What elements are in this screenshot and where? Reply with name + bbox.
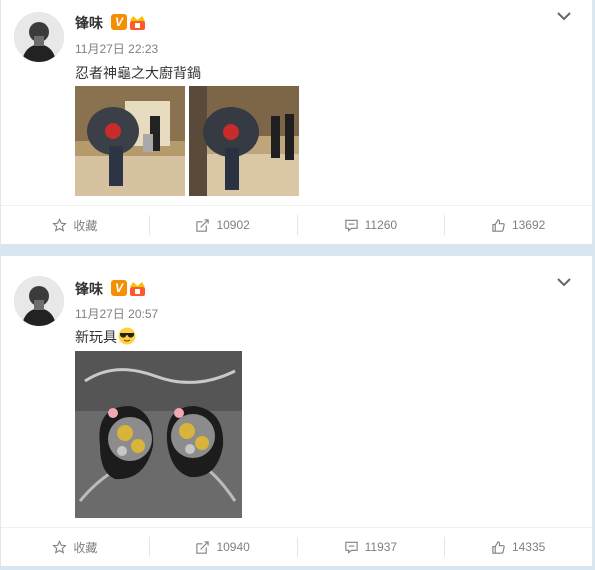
verified-badge: V [111,14,127,30]
thumbs-up-icon [492,540,505,554]
member-crown-icon[interactable] [129,13,146,31]
author-name[interactable]: 锋味 [75,279,103,299]
post-time[interactable]: 11月27日 22:23 [75,40,158,57]
post-text: 忍者神龜之大廚背鍋 [75,65,201,81]
member-crown-icon[interactable] [129,279,146,297]
post-photo[interactable] [75,86,185,196]
verified-badge: V [111,280,127,296]
avatar[interactable] [14,12,64,62]
star-icon [52,217,68,232]
favorite-label: 收藏 [73,540,98,555]
star-icon [52,539,68,554]
favorite-label: 收藏 [73,218,98,233]
comment-count: 11260 [364,218,398,232]
comment-count: 11937 [364,540,398,554]
repost-button[interactable]: 10940 [148,528,297,566]
post-text: 新玩具 [75,327,136,347]
like-button[interactable]: 13692 [444,206,592,244]
like-button[interactable]: 14335 [444,528,592,566]
author-name[interactable]: 锋味 [75,13,103,33]
avatar[interactable] [14,276,64,326]
weibo-post: 锋味 V 11月27日 22:23 忍者神龜之大廚背鍋 收藏 10902 112… [0,0,593,244]
weibo-post: 锋味 V 11月27日 20:57 新玩具 收藏 10940 11937 143… [0,256,593,566]
repost-count: 10902 [216,218,250,232]
thumbs-up-icon [492,218,505,232]
comment-icon [344,541,358,554]
favorite-button[interactable]: 收藏 [1,206,149,244]
action-bar: 收藏 10940 11937 14335 [1,527,592,566]
chevron-down-icon[interactable] [556,275,572,289]
repost-icon [196,218,210,232]
post-photo[interactable] [75,351,242,518]
post-text-content: 新玩具 [75,329,117,345]
like-count: 13692 [511,218,546,232]
comment-button[interactable]: 11937 [296,528,445,566]
favorite-button[interactable]: 收藏 [1,528,149,566]
sunglasses-emoji-icon [118,327,136,345]
post-time[interactable]: 11月27日 20:57 [75,305,158,322]
post-photo[interactable] [189,86,299,196]
repost-count: 10940 [216,540,250,554]
comment-button[interactable]: 11260 [296,206,445,244]
repost-icon [196,540,210,554]
action-bar: 收藏 10902 11260 13692 [1,205,592,244]
chevron-down-icon[interactable] [556,9,572,23]
comment-icon [344,219,358,232]
like-count: 14335 [511,540,546,554]
repost-button[interactable]: 10902 [148,206,297,244]
